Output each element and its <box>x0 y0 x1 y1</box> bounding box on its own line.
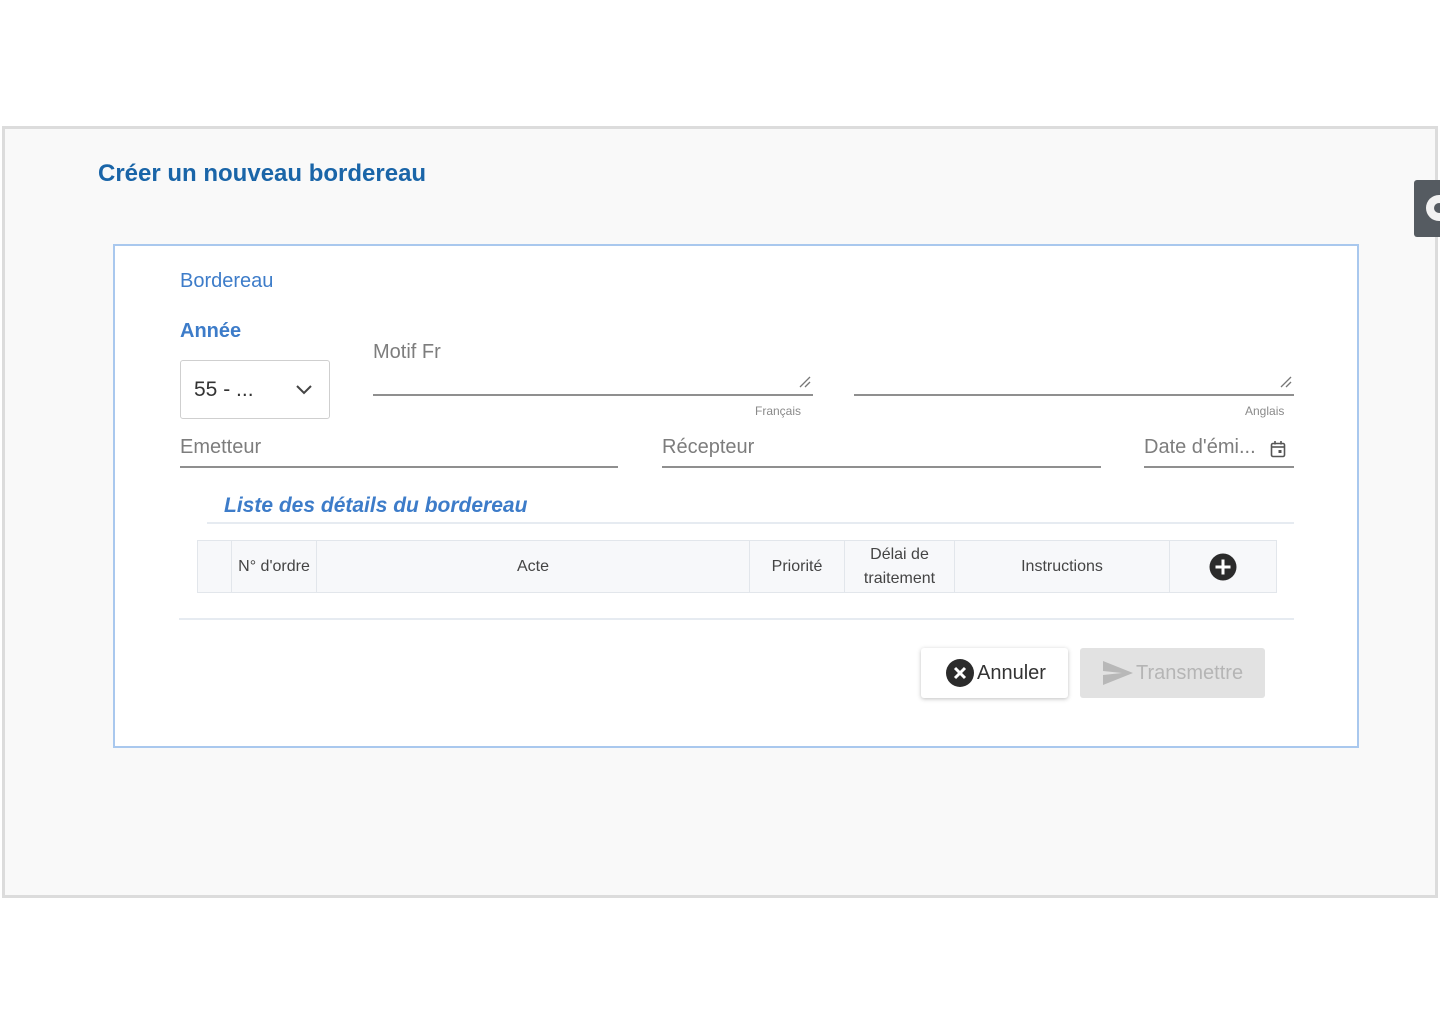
column-header-priorite[interactable]: Priorité <box>750 541 845 592</box>
motif-en-textarea[interactable] <box>854 394 1294 396</box>
motif-fr-hint: Français <box>755 404 802 418</box>
page: Créer un nouveau bordereau Bordereau Ann… <box>0 0 1440 1024</box>
column-header-instructions[interactable]: Instructions <box>955 541 1170 592</box>
date-emission-label: Date d'émi... <box>1144 436 1256 458</box>
calendar-icon[interactable] <box>1270 440 1286 458</box>
add-row-button[interactable] <box>1170 541 1276 592</box>
dialog-title: Créer un nouveau bordereau <box>98 160 427 187</box>
cancel-button-label: Annuler <box>977 661 1046 684</box>
motif-fr-textarea[interactable] <box>373 394 813 396</box>
annee-label: Année <box>180 320 242 342</box>
chevron-down-icon <box>296 385 312 395</box>
submit-button-label: Transmettre <box>1136 661 1244 684</box>
send-icon <box>1103 661 1133 685</box>
motif-fr-label: Motif Fr <box>373 341 441 363</box>
submit-button[interactable]: Transmettre <box>1080 648 1265 698</box>
details-table-header: N° d'ordre Acte Priorité Délai de traite… <box>197 540 1277 593</box>
resize-handle-icon[interactable] <box>1278 374 1292 388</box>
column-header-select <box>198 541 232 592</box>
recepteur-input[interactable] <box>662 466 1101 468</box>
annee-selected-value: 55 - ... <box>194 378 254 401</box>
date-emission-input[interactable] <box>1144 466 1294 468</box>
annee-select[interactable]: 55 - ... <box>180 360 330 419</box>
recepteur-label: Récepteur <box>662 436 755 458</box>
resize-handle-icon[interactable] <box>797 374 811 388</box>
column-header-numero-ordre[interactable]: N° d'ordre <box>232 541 317 592</box>
settings-side-tab[interactable] <box>1414 180 1440 237</box>
emetteur-input[interactable] <box>180 466 618 468</box>
motif-en-hint: Anglais <box>1245 404 1285 418</box>
close-circle-icon <box>946 659 974 687</box>
bordereau-form-panel: Bordereau Année 55 - ... Motif Fr França… <box>113 244 1359 748</box>
divider <box>179 618 1294 620</box>
details-list-title: Liste des détails du bordereau <box>224 494 528 517</box>
cancel-button[interactable]: Annuler <box>921 648 1068 698</box>
column-header-acte[interactable]: Acte <box>317 541 750 592</box>
column-header-delai-traitement[interactable]: Délai de traitement <box>845 541 955 592</box>
gear-icon <box>1426 195 1440 221</box>
emetteur-label: Emetteur <box>180 436 262 458</box>
section-title: Bordereau <box>180 270 274 292</box>
plus-circle-icon <box>1209 553 1237 580</box>
divider <box>207 522 1294 524</box>
